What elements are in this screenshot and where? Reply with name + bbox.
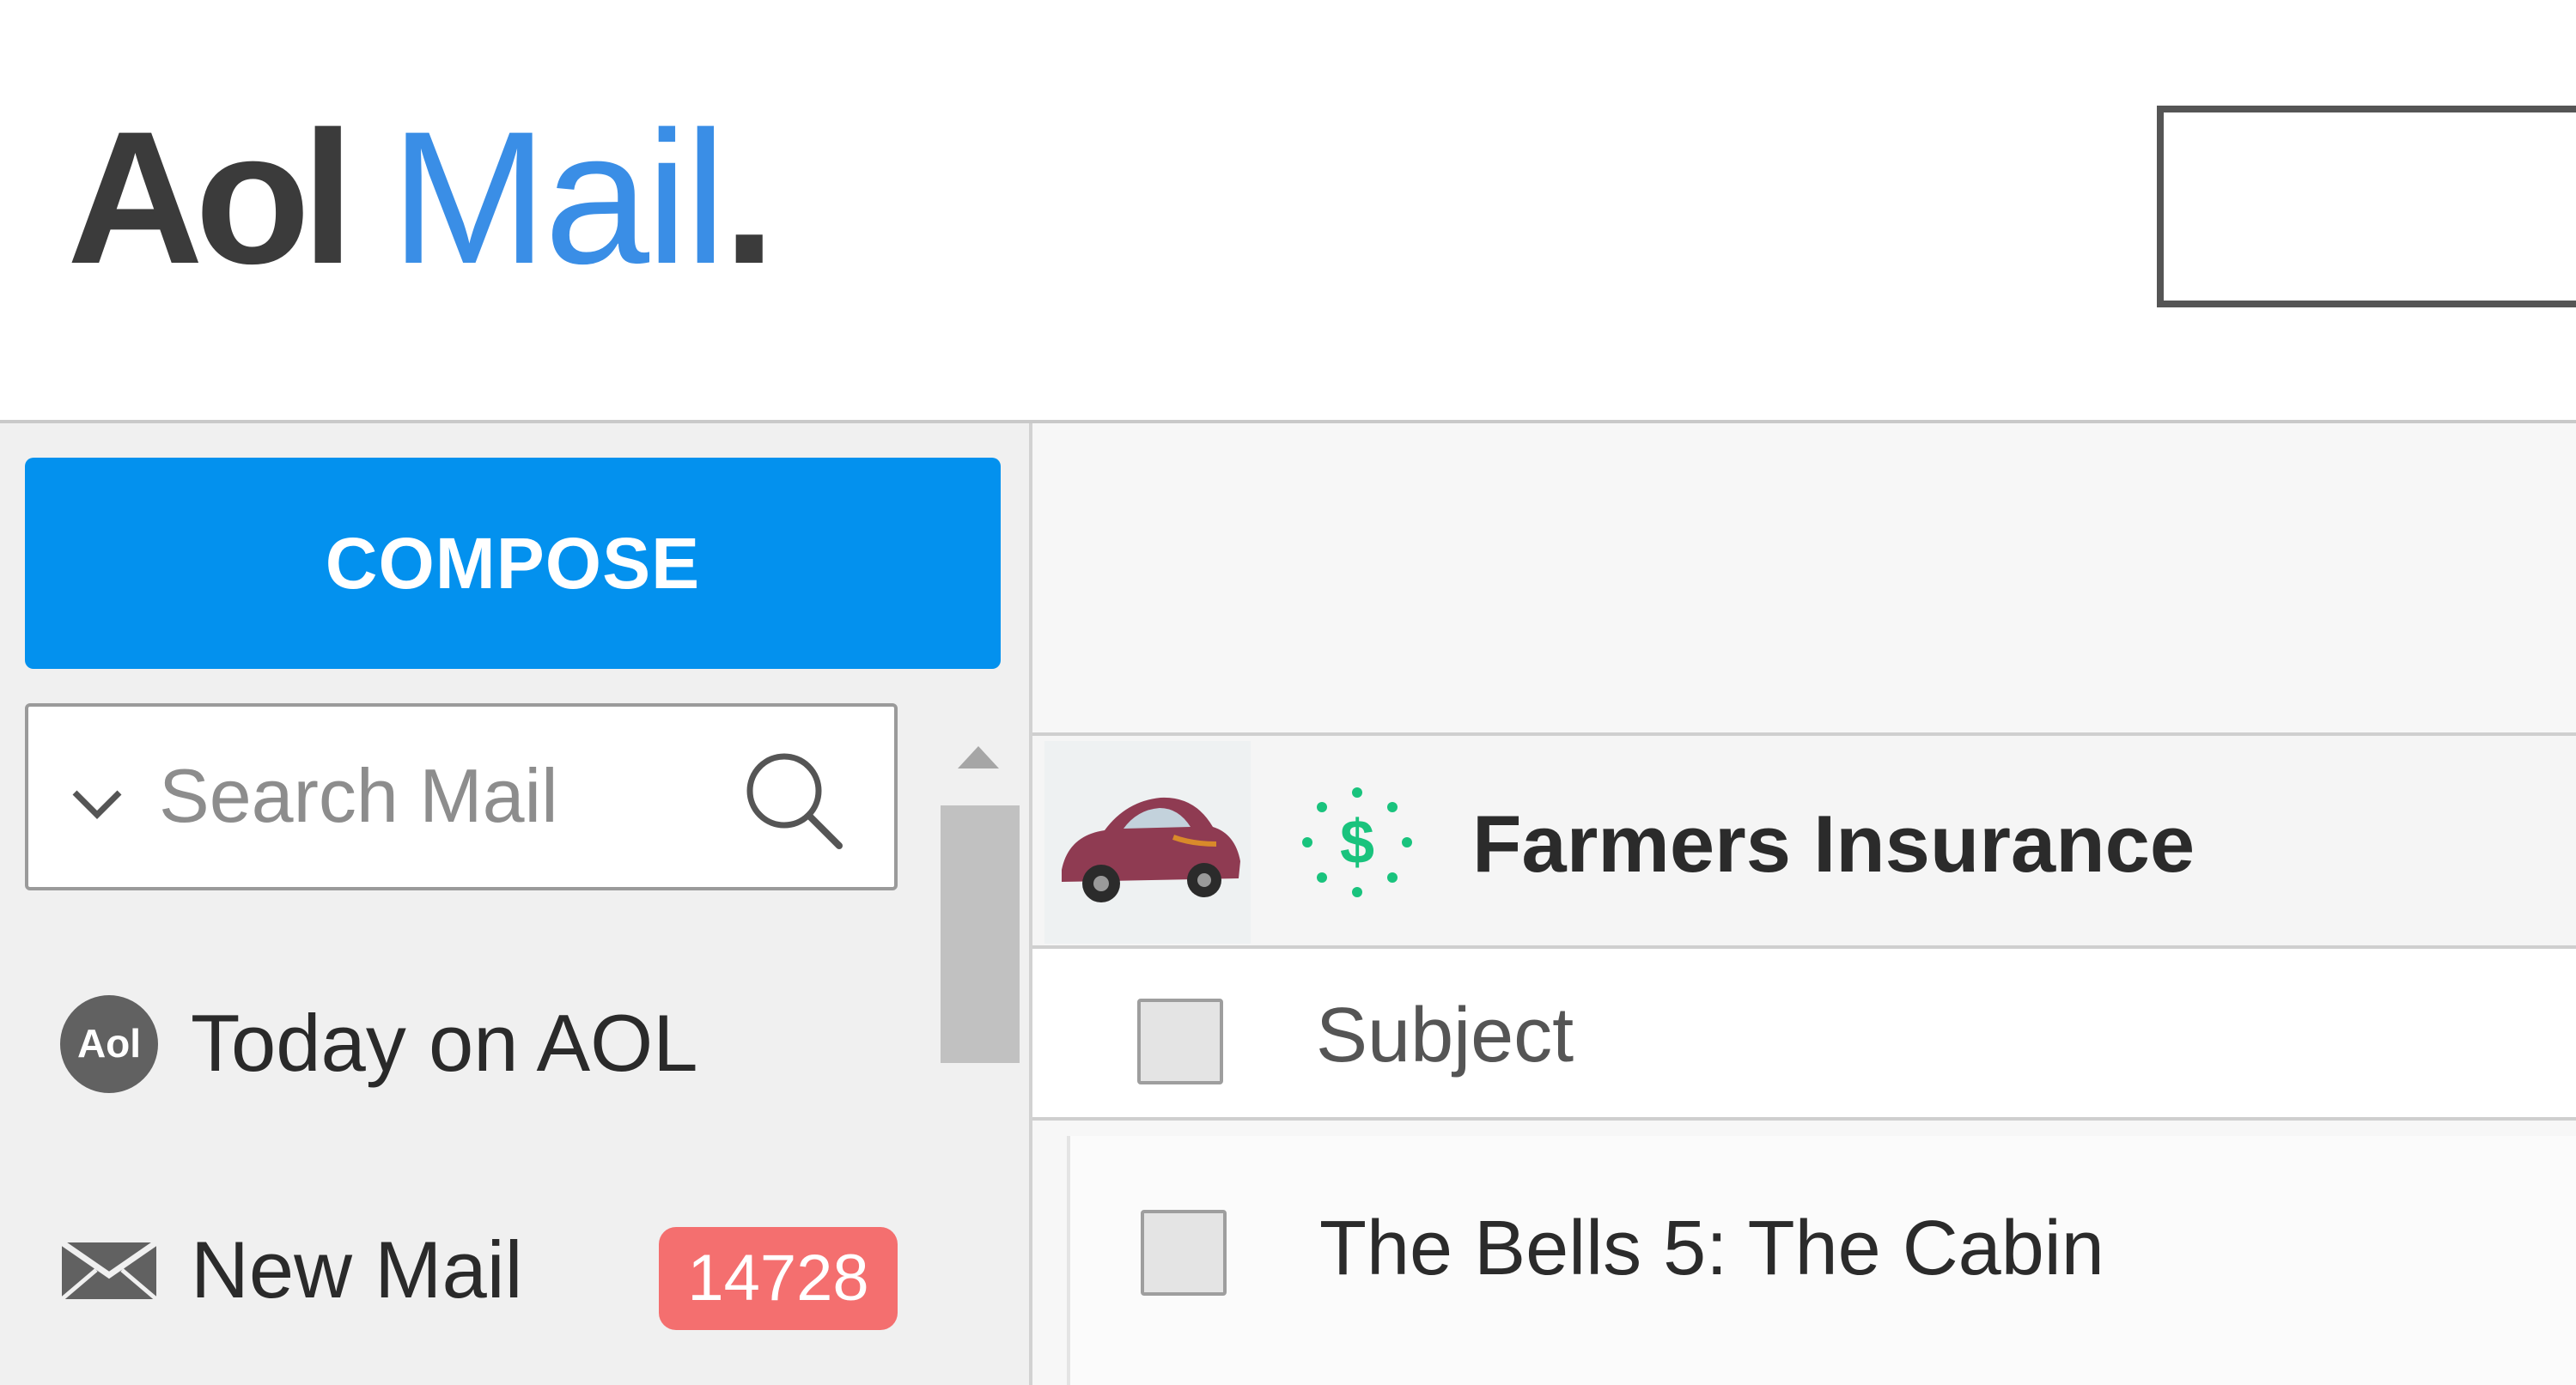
sidebar-item-label: New Mail [191,1224,523,1315]
svg-text:$: $ [1340,808,1374,877]
dollar-sponsored-icon: $ [1302,787,1412,897]
sidebar-item-today-on-aol[interactable]: Aol Today on AOL [0,957,928,1129]
sidebar-item-label: Today on AOL [191,998,698,1088]
chevron-down-icon[interactable] [70,782,125,825]
compose-button[interactable]: COMPOSE [25,458,1001,669]
message-toolbar [1032,423,2576,736]
select-all-checkbox[interactable] [1137,999,1223,1084]
search-input[interactable] [157,739,728,853]
envelope-icon [60,1240,158,1301]
ad-sender-name: Farmers Insurance [1472,799,2195,889]
message-list-pane: $ Farmers Insurance Subject The Bells 5:… [1032,423,2576,1385]
header-search-box[interactable] [2157,106,2576,307]
logo-aol-text: Aol [67,92,354,303]
sponsored-ad-row[interactable]: $ Farmers Insurance [1032,736,2576,949]
scrollbar-thumb[interactable] [941,805,1020,1063]
column-header-subject[interactable]: Subject [1316,992,1574,1080]
message-subject: The Bells 5: The Cabin [1319,1206,2104,1291]
search-icon[interactable] [740,746,846,853]
sidebar-item-new-mail[interactable]: New Mail 14728 [0,1184,928,1356]
scroll-up-arrow[interactable] [958,746,999,768]
message-list-header: Subject [1032,949,2576,1121]
svg-text:Aol: Aol [77,1021,141,1066]
message-checkbox[interactable] [1141,1210,1227,1296]
logo-mail-text: Mail [390,92,726,303]
aol-mail-logo[interactable]: Aol Mail. [67,103,776,292]
sidebar: COMPOSE Aol Today on AOL New Mail 14728 [0,423,1032,1385]
message-row[interactable]: The Bells 5: The Cabin [1067,1136,2576,1385]
aol-logo-icon: Aol [60,995,158,1093]
search-box [25,703,898,890]
car-icon [1044,741,1251,944]
unread-count-badge: 14728 [659,1227,898,1330]
logo-dot: . [722,92,776,303]
app-header: Aol Mail. [0,0,2576,423]
